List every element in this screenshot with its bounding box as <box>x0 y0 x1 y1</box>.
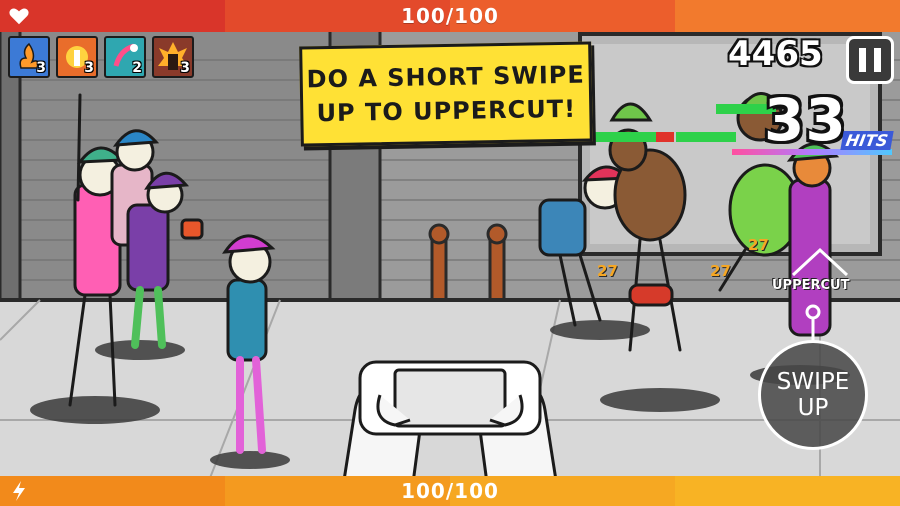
powerup-tray: 3 3 2 3 <box>8 36 194 78</box>
health-value: 100/100 <box>401 4 499 28</box>
swipe-label-line-2: UP <box>797 395 829 421</box>
score-value: 4465 <box>728 34 823 74</box>
ally-fighter-cap <box>222 234 276 454</box>
powerup-count: 3 <box>36 60 46 76</box>
pause-icon <box>859 48 866 72</box>
tutorial-line-2: UP TO UPPERCUT! <box>316 94 577 128</box>
ally-fighter-pink <box>68 93 126 407</box>
tutorial-sign: DO A SHORT SWIPE UP TO UPPERCUT! <box>299 41 593 147</box>
combo-count: 33 <box>764 86 847 154</box>
uppercut-label: UPPERCUT <box>772 278 850 293</box>
damage-number: 27 <box>748 236 769 254</box>
damage-number: 27 <box>710 262 731 280</box>
powerup-explosion[interactable]: 3 <box>56 36 98 78</box>
powerup-rage[interactable]: 3 <box>152 36 194 78</box>
combo-label: HITS <box>840 131 894 150</box>
tutorial-line-1: DO A SHORT SWIPE <box>306 60 586 94</box>
powerup-magnet[interactable]: 2 <box>104 36 146 78</box>
powerup-count: 2 <box>132 60 142 76</box>
pause-icon <box>874 48 881 72</box>
damage-number: 27 <box>597 262 618 280</box>
energy-value: 100/100 <box>401 479 499 503</box>
powerup-count: 3 <box>180 60 190 76</box>
powerup-fire-burst[interactable]: 3 <box>8 36 50 78</box>
powerup-count: 3 <box>84 60 94 76</box>
swipe-up-button[interactable]: SWIPE UP <box>758 340 868 450</box>
game-scene[interactable]: 100/100 3 3 2 3 DO A SHORT SWIPE UP TO U… <box>0 0 900 506</box>
swipe-label-line-1: SWIPE <box>776 369 850 395</box>
pause-button[interactable] <box>846 36 894 84</box>
